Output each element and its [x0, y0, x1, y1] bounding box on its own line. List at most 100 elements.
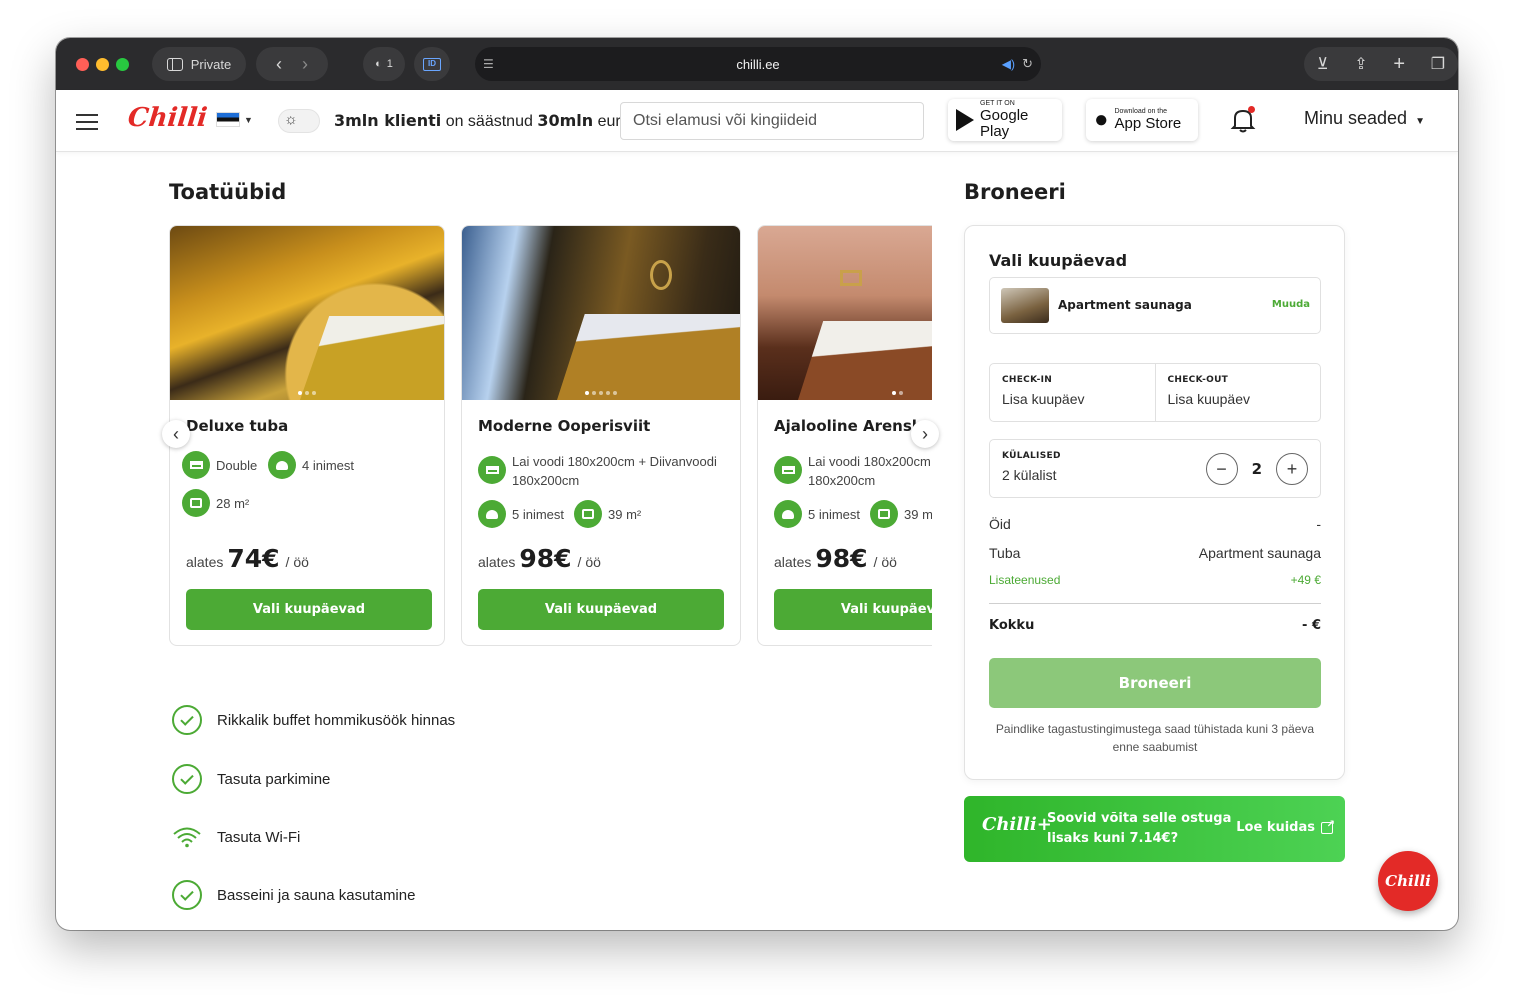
- room-area: 39 m²: [574, 500, 641, 528]
- people-icon: [268, 451, 296, 479]
- check-icon: [172, 880, 202, 910]
- my-settings-label: Minu seaded: [1304, 108, 1408, 128]
- room-area: 28 m²: [182, 489, 249, 517]
- share-icon[interactable]: ⇪: [1354, 54, 1367, 74]
- zoom-window-button[interactable]: [116, 58, 129, 71]
- toolbar-actions: ⊻ ⇪ + ❐: [1304, 47, 1458, 81]
- checkout-field[interactable]: CHECK-OUT Lisa kuupäev: [1156, 364, 1321, 421]
- new-tab-icon[interactable]: +: [1393, 53, 1405, 76]
- minus-icon[interactable]: −: [1205, 453, 1238, 485]
- amenity-item: Rikkalik buffet hommikusöök hinnas: [172, 705, 455, 735]
- book-button[interactable]: Broneeri: [989, 658, 1321, 708]
- cashback-promo-banner[interactable]: Chilli+ Soovid võita selle ostuga lisaks…: [964, 796, 1345, 862]
- audio-icon[interactable]: ◀): [1002, 57, 1015, 71]
- amenity-item: Tasuta parkimine: [172, 764, 330, 794]
- chilli-chat-button[interactable]: Chilli: [1378, 851, 1438, 911]
- app-store-badge[interactable]: ● Download on the App Store: [1086, 99, 1198, 141]
- check-icon: [172, 764, 202, 794]
- wifi-icon: [172, 822, 202, 852]
- choose-dates-button[interactable]: Vali kuupäevad: [774, 589, 932, 630]
- room-bed: Lai voodi 180x200cm 180x200cm: [774, 452, 932, 490]
- choose-dates-button[interactable]: Vali kuupäevad: [186, 589, 432, 630]
- area-icon: [574, 500, 602, 528]
- room-price: alates 98€ / öö: [478, 544, 601, 573]
- change-room-link[interactable]: Muuda: [1272, 299, 1310, 310]
- bed-icon: [478, 456, 506, 484]
- minimize-window-button[interactable]: [96, 58, 109, 71]
- carousel-prev-icon[interactable]: ‹: [162, 420, 190, 448]
- room-bed: Double: [182, 451, 257, 479]
- price-suffix: / öö: [873, 554, 897, 570]
- google-play-icon: [956, 109, 974, 131]
- room-photo[interactable]: [462, 226, 740, 400]
- people-text: 4 inimest: [302, 457, 355, 473]
- checkout-label: CHECK-OUT: [1167, 375, 1229, 385]
- notification-bell-icon[interactable]: [1230, 106, 1256, 134]
- total-label: Kokku: [989, 618, 1035, 633]
- area-text: 28 m²: [216, 495, 250, 511]
- close-window-button[interactable]: [76, 58, 89, 71]
- people-text: 5 inimest: [512, 506, 565, 522]
- amenity-label: Tasuta parkimine: [217, 770, 331, 788]
- area-icon: [182, 489, 210, 517]
- price-prefix: alates: [774, 554, 812, 570]
- room-label: Tuba: [989, 545, 1021, 561]
- cancellation-note: Paindlike tagastustingimustega saad tühi…: [995, 722, 1315, 754]
- browser-window: Private ‹ › ◐ 1 ID ☰ chilli.ee ◀) ↻ ⊻ ⇪ …: [56, 38, 1458, 930]
- date-picker: CHECK-IN Lisa kuupäev CHECK-OUT Lisa kuu…: [989, 363, 1321, 422]
- amenity-item: Basseini ja sauna kasutamine: [172, 880, 415, 910]
- download-icon[interactable]: ⊻: [1317, 54, 1329, 74]
- room-price: alates 98€ / öö: [774, 544, 897, 573]
- room-photo[interactable]: [758, 226, 932, 400]
- check-icon: [172, 705, 202, 735]
- room-card[interactable]: Moderne Ooperisviit Lai voodi 180x200cm …: [461, 225, 741, 646]
- bed-icon: [774, 456, 802, 484]
- room-area: 39 m²: [870, 500, 932, 528]
- room-name: Ajalooline Arensburg: [774, 417, 932, 435]
- google-play-badge[interactable]: GET IT ON Google Play: [948, 99, 1062, 141]
- reload-icon[interactable]: ↻: [1022, 56, 1033, 72]
- room-card[interactable]: Deluxe tuba Double 4 inimest 28 m² alate…: [169, 225, 445, 646]
- room-name: Moderne Ooperisviit: [478, 417, 651, 435]
- price-value: 98€: [519, 544, 572, 573]
- read-how-label: Loe kuidas: [1236, 820, 1315, 835]
- amenity-label: Rikkalik buffet hommikusöök hinnas: [217, 711, 456, 729]
- guests-stepper: − 2 +: [1205, 453, 1308, 485]
- read-how-link[interactable]: Loe kuidas ↗: [1236, 819, 1335, 836]
- people-icon: [478, 500, 506, 528]
- people-icon: [774, 500, 802, 528]
- booking-subtitle: Vali kuupäevad: [989, 251, 1128, 270]
- carousel-next-icon[interactable]: ›: [911, 420, 939, 448]
- nights-row: Öid -: [989, 516, 1321, 532]
- checkin-field[interactable]: CHECK-IN Lisa kuupäev: [990, 364, 1156, 421]
- amenity-item: Tasuta Wi-Fi: [172, 822, 300, 852]
- promo-text: Soovid võita selle ostuga lisaks kuni 7.…: [1047, 809, 1231, 849]
- choose-dates-button[interactable]: Vali kuupäevad: [478, 589, 724, 630]
- area-icon: [870, 500, 898, 528]
- selected-room-thumbnail: [1001, 288, 1049, 323]
- room-capacity: 5 inimest: [478, 500, 564, 528]
- selected-room[interactable]: Apartment saunaga Muuda: [989, 277, 1321, 334]
- price-value: 74€: [227, 544, 280, 573]
- nights-value: -: [1316, 516, 1321, 532]
- hamburger-menu-icon[interactable]: [76, 114, 98, 130]
- amenity-label: Tasuta Wi-Fi: [217, 828, 301, 846]
- app-store-big: App Store: [1114, 115, 1182, 132]
- tabs-overview-icon[interactable]: ❐: [1431, 54, 1445, 74]
- area-text: 39 m²: [904, 506, 932, 522]
- price-value: 98€: [815, 544, 868, 573]
- plus-icon[interactable]: +: [1276, 453, 1308, 485]
- area-text: 39 m²: [608, 506, 642, 522]
- extras-label[interactable]: Lisateenused: [989, 573, 1060, 587]
- notification-dot: [1248, 106, 1255, 113]
- total-value: - €: [1302, 618, 1321, 633]
- external-link-icon: ↗: [1321, 819, 1335, 834]
- selected-room-name: Apartment saunaga: [1058, 298, 1192, 312]
- my-settings-menu[interactable]: Minu seaded ▼: [1304, 108, 1425, 129]
- bed-text: Lai voodi 180x200cm 180x200cm: [808, 454, 931, 488]
- google-play-big: Google Play: [980, 107, 1029, 140]
- room-card[interactable]: Ajalooline Arensburg Lai voodi 180x200cm…: [757, 225, 932, 646]
- price-prefix: alates: [478, 554, 516, 570]
- room-photo[interactable]: [170, 226, 444, 400]
- chevron-down-icon: ▼: [1415, 116, 1425, 127]
